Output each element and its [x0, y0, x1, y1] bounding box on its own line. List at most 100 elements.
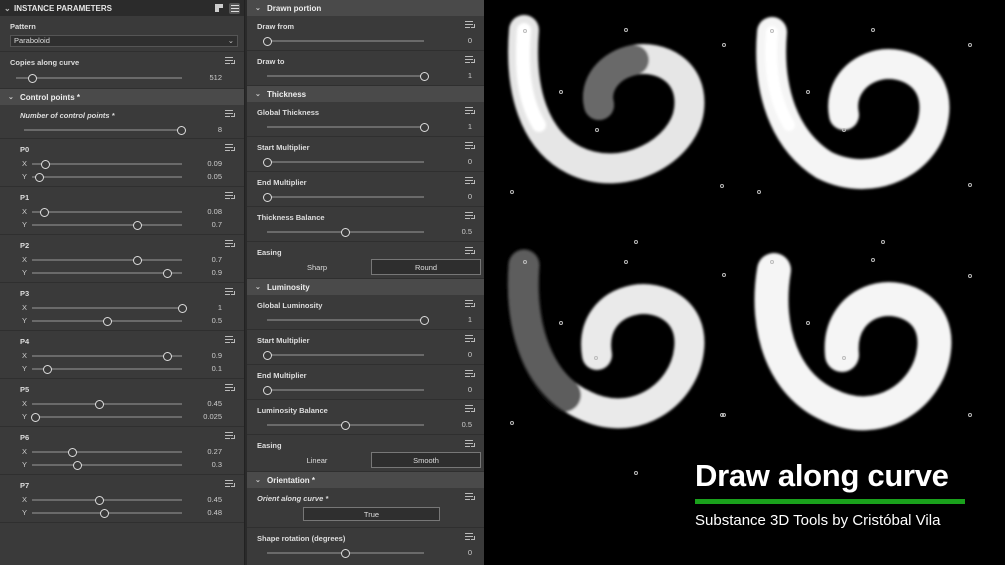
slider-knob[interactable] — [132, 220, 142, 230]
menu-icon[interactable] — [229, 2, 240, 14]
control-point-marker[interactable] — [722, 43, 726, 47]
control-point-marker[interactable] — [634, 471, 638, 475]
slider-knob[interactable] — [132, 255, 142, 265]
reset-menu-icon[interactable] — [225, 192, 235, 200]
reset-menu-icon[interactable] — [465, 212, 475, 220]
slider-knob[interactable] — [162, 351, 172, 361]
control-point-x-slider[interactable]: X 0.9 — [10, 350, 236, 362]
control-point-marker[interactable] — [842, 356, 846, 360]
slider-knob[interactable] — [39, 207, 49, 217]
reset-menu-icon[interactable] — [225, 432, 235, 440]
slider-knob[interactable] — [95, 495, 104, 505]
reset-menu-icon[interactable] — [465, 107, 475, 115]
param-slider[interactable]: 0 — [257, 547, 476, 559]
slider-knob[interactable] — [162, 268, 172, 278]
control-point-y-slider[interactable]: Y 0.5 — [10, 315, 236, 327]
control-point-marker[interactable] — [806, 90, 810, 94]
control-point-marker[interactable] — [559, 321, 563, 325]
num-control-points-slider[interactable]: 8 — [10, 124, 236, 136]
slider-knob[interactable] — [35, 172, 44, 182]
param-slider[interactable]: 0 — [257, 156, 476, 168]
slider-knob[interactable] — [176, 125, 186, 135]
reset-menu-icon[interactable] — [465, 21, 475, 29]
reset-menu-icon[interactable] — [465, 247, 475, 255]
control-point-marker[interactable] — [594, 356, 598, 360]
control-point-marker[interactable] — [968, 43, 972, 47]
slider-knob[interactable] — [99, 508, 109, 518]
control-point-y-slider[interactable]: Y 0.1 — [10, 363, 236, 375]
reset-menu-icon[interactable] — [225, 57, 235, 65]
control-point-y-slider[interactable]: Y 0.48 — [10, 507, 236, 519]
param-slider[interactable]: 0 — [257, 349, 476, 361]
control-point-x-slider[interactable]: X 0.45 — [10, 398, 236, 410]
control-point-marker[interactable] — [770, 260, 774, 264]
reset-menu-icon[interactable] — [225, 110, 235, 118]
control-point-x-slider[interactable]: X 0.08 — [10, 206, 236, 218]
slider-knob[interactable] — [28, 73, 38, 83]
slider-knob[interactable] — [419, 71, 429, 81]
collapse-chevron-icon[interactable]: ⌄ — [4, 4, 14, 13]
pin-icon[interactable] — [213, 3, 224, 14]
slider-knob[interactable] — [95, 399, 104, 409]
easing-round-option[interactable]: Round — [371, 259, 481, 275]
slider-knob[interactable] — [177, 303, 187, 313]
control-point-marker[interactable] — [871, 258, 875, 262]
control-point-marker[interactable] — [624, 28, 628, 32]
param-slider[interactable]: 0.5 — [257, 419, 476, 431]
control-point-x-slider[interactable]: X 0.7 — [10, 254, 236, 266]
control-point-marker[interactable] — [770, 29, 774, 33]
luminosity-section[interactable]: ⌄ Luminosity — [247, 279, 484, 295]
control-point-marker[interactable] — [634, 240, 638, 244]
control-point-y-slider[interactable]: Y 0.7 — [10, 219, 236, 231]
param-slider[interactable]: 1 — [257, 314, 476, 326]
reset-menu-icon[interactable] — [465, 493, 475, 501]
reset-menu-icon[interactable] — [465, 405, 475, 413]
param-slider[interactable]: 0 — [257, 191, 476, 203]
easing-linear-option[interactable]: Linear — [263, 452, 371, 468]
control-point-x-slider[interactable]: X 0.45 — [10, 494, 236, 506]
reset-menu-icon[interactable] — [465, 440, 475, 448]
control-point-marker[interactable] — [624, 260, 628, 264]
slider-knob[interactable] — [262, 192, 272, 202]
easing-sharp-option[interactable]: Sharp — [263, 259, 371, 275]
control-point-marker[interactable] — [871, 28, 875, 32]
reset-menu-icon[interactable] — [465, 142, 475, 150]
slider-knob[interactable] — [262, 36, 272, 46]
easing-smooth-option[interactable]: Smooth — [371, 452, 481, 468]
slider-knob[interactable] — [68, 447, 77, 457]
reset-menu-icon[interactable] — [225, 240, 235, 248]
orient-toggle-button[interactable]: True — [303, 507, 440, 521]
control-point-y-slider[interactable]: Y 0.3 — [10, 459, 236, 471]
control-point-marker[interactable] — [968, 413, 972, 417]
slider-knob[interactable] — [72, 460, 82, 470]
thickness-section[interactable]: ⌄ Thickness — [247, 86, 484, 102]
control-point-marker[interactable] — [510, 421, 514, 425]
control-point-marker[interactable] — [881, 240, 885, 244]
control-point-marker[interactable] — [722, 413, 726, 417]
param-slider[interactable]: 0 — [257, 35, 476, 47]
control-point-marker[interactable] — [523, 29, 527, 33]
render-viewport[interactable]: Draw along curve Substance 3D Tools by C… — [484, 0, 1005, 565]
pattern-dropdown[interactable]: Paraboloid ⌄ — [10, 35, 238, 47]
orientation-section[interactable]: ⌄ Orientation * — [247, 472, 484, 488]
control-point-x-slider[interactable]: X 0.09 — [10, 158, 236, 170]
reset-menu-icon[interactable] — [465, 300, 475, 308]
slider-knob[interactable] — [102, 316, 112, 326]
drawn-portion-section[interactable]: ⌄ Drawn portion — [247, 0, 484, 16]
reset-menu-icon[interactable] — [465, 56, 475, 64]
slider-knob[interactable] — [419, 315, 429, 325]
control-point-marker[interactable] — [968, 274, 972, 278]
reset-menu-icon[interactable] — [225, 384, 235, 392]
slider-knob[interactable] — [262, 157, 272, 167]
control-point-marker[interactable] — [757, 190, 761, 194]
copies-slider[interactable]: 512 — [10, 72, 236, 84]
slider-knob[interactable] — [419, 122, 429, 132]
param-slider[interactable]: 1 — [257, 70, 476, 82]
slider-knob[interactable] — [341, 420, 350, 430]
reset-menu-icon[interactable] — [225, 336, 235, 344]
control-point-marker[interactable] — [842, 128, 846, 132]
param-slider[interactable]: 0 — [257, 384, 476, 396]
control-point-marker[interactable] — [968, 183, 972, 187]
control-point-marker[interactable] — [510, 190, 514, 194]
control-point-marker[interactable] — [523, 260, 527, 264]
